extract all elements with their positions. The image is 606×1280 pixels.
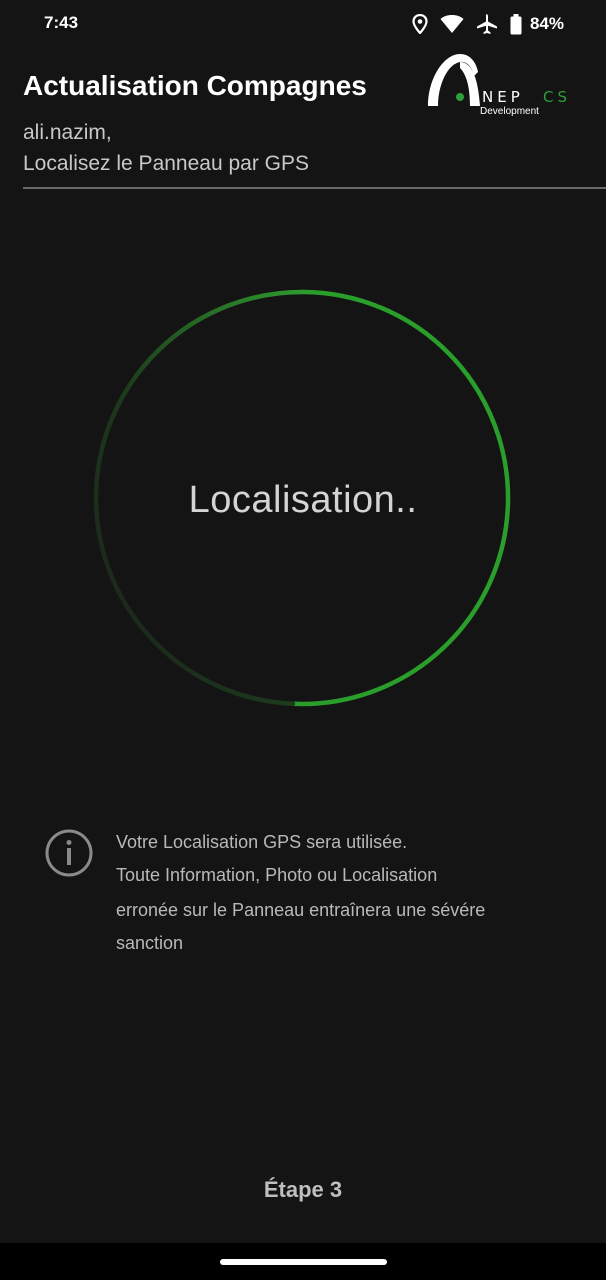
wifi-icon [440,14,464,34]
navigation-bar [0,1243,606,1280]
info-icon [44,828,94,883]
logo-subtitle: Development [480,106,539,117]
status-time: 7:43 [44,13,79,32]
home-gesture-handle[interactable] [220,1259,387,1265]
status-bar: 7:43 84% [0,0,606,48]
status-icons: 84% [412,11,564,37]
step-indicator: Étape 3 [263,1177,343,1202]
company-logo: NEP CS Development [426,50,586,122]
page-title: Actualisation Compagnes [23,70,367,101]
header-divider [23,187,606,189]
location-icon [412,14,428,34]
logo-text-cs: CS [543,88,571,106]
notice-line: Votre Localisation GPS sera utilisée. [116,832,408,852]
notice-line: sanction [116,933,184,953]
logo-text-nep: NEP [482,88,524,106]
notice-line: erronée sur le Panneau entraînera une sé… [116,900,486,920]
battery-percent: 84% [529,14,564,33]
instruction-text: Localisez le Panneau par GPS [23,152,310,175]
loading-label: Localisation.. [188,479,418,521]
notice-line: Toute Information, Photo ou Localisation [116,865,438,885]
battery-icon [510,13,522,35]
location-progress-spinner: Localisation.. [88,283,518,713]
airplane-mode-icon [476,13,498,35]
gps-notice: Votre Localisation GPS sera utilisée. To… [44,828,564,968]
user-name: ali.nazim, [23,121,112,144]
